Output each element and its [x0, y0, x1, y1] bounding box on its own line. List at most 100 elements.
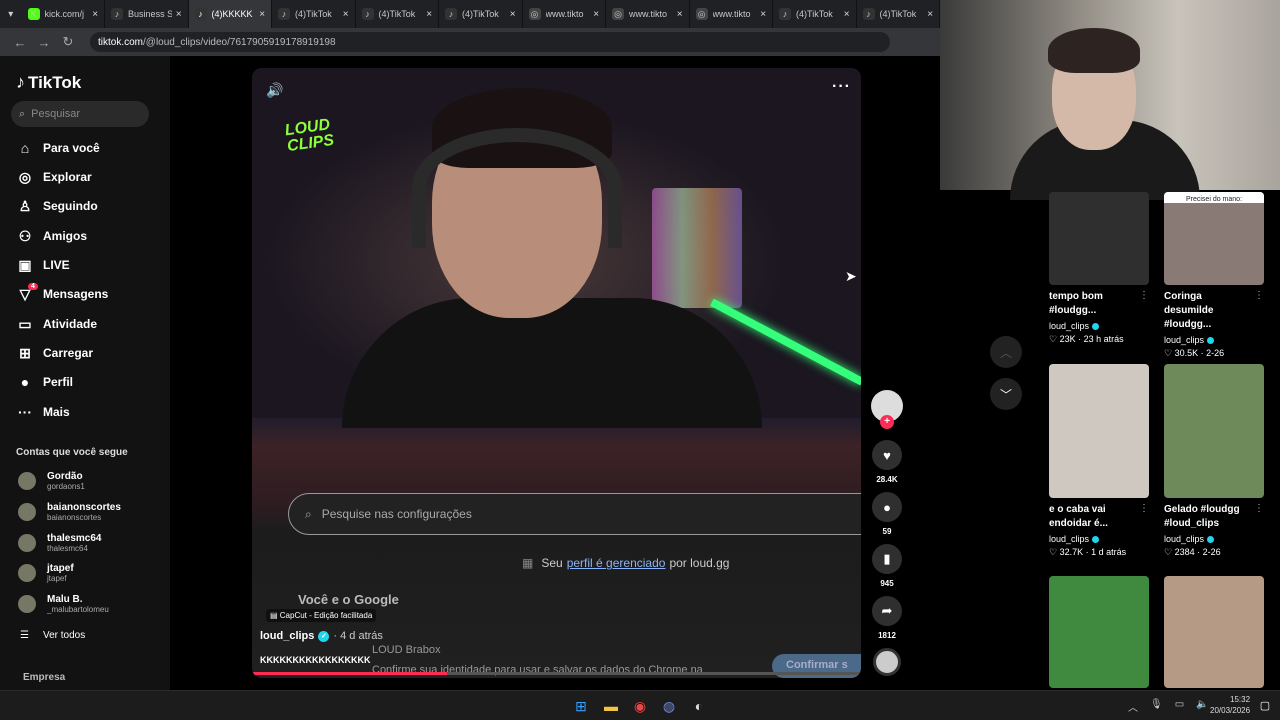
save-button[interactable]: ▮ 945 [872, 544, 902, 588]
browser-tab[interactable]: ♪ (4)TikTok × [356, 0, 440, 28]
company-link[interactable]: Empresa [23, 672, 65, 683]
video-card[interactable] [1049, 576, 1149, 688]
more-icon[interactable]: ⋮ [1254, 503, 1264, 514]
more-icon[interactable]: ⋮ [1254, 290, 1264, 301]
close-icon[interactable]: × [677, 9, 683, 20]
video-card[interactable] [1164, 576, 1264, 688]
close-icon[interactable]: × [510, 9, 516, 20]
reload-icon[interactable]: ↻ [56, 34, 80, 50]
video-player[interactable]: LOUD CLIPS 🔊 ··· ⌕ Pesquise nas configuraç… [252, 68, 861, 678]
sidebar-item-amigos[interactable]: ⚇ Amigos [16, 226, 87, 246]
browser-tab[interactable]: ◎ www.tikto × [523, 0, 607, 28]
sidebar-item-mensagens[interactable]: ▽ 4 Mensagens [16, 282, 108, 304]
author-name[interactable]: loud_clips [260, 630, 314, 642]
browser-tab[interactable]: ♪ (4)TikTok × [857, 0, 941, 28]
capcut-label[interactable]: ▤ CapCut - Edição facilitada [266, 609, 377, 622]
speaker-icon[interactable]: 🔈 [1196, 699, 1208, 714]
following-account[interactable]: thalesmc64 thalesmc64 [18, 531, 101, 555]
close-icon[interactable]: × [259, 9, 265, 20]
file-explorer-icon[interactable]: ▬ [602, 697, 620, 715]
sidebar-item-perfil[interactable]: ● Perfil [16, 372, 73, 392]
sidebar-item-carregar[interactable]: ⊞ Carregar [16, 343, 93, 363]
chrome-icon[interactable]: ◉ [631, 697, 649, 715]
close-icon[interactable]: × [927, 9, 933, 20]
card-title[interactable]: Gelado #loudgg #loud_clips [1164, 503, 1250, 531]
video-thumbnail[interactable] [1049, 192, 1149, 285]
close-icon[interactable]: × [760, 9, 766, 20]
forward-icon[interactable]: → [32, 35, 56, 50]
music-disc[interactable] [873, 648, 901, 676]
video-author[interactable]: loud_clips ✓ · 4 d atrás [260, 630, 383, 642]
browser-tab[interactable]: ◎ www.tikto × [606, 0, 690, 28]
more-icon[interactable]: ⋮ [1139, 503, 1149, 514]
sidebar-item-seguindo[interactable]: ♙ Seguindo [16, 196, 98, 216]
share-button[interactable]: ➦ 1812 [872, 596, 902, 640]
video-thumbnail[interactable] [1164, 576, 1264, 688]
card-title[interactable]: tempo bom #loudgg... [1049, 290, 1135, 318]
close-icon[interactable]: × [844, 9, 850, 20]
url-field[interactable]: tiktok.com/@loud_clips/video/76179059191… [90, 32, 890, 52]
browser-tab[interactable]: Kkick.com/j × [22, 0, 106, 28]
tiktok-logo[interactable]: ♪ TikTok [16, 72, 81, 93]
back-icon[interactable]: ← [8, 35, 32, 50]
previous-video-button[interactable]: ︿ [990, 336, 1022, 368]
following-account[interactable]: baianonscortes baianonscortes [18, 500, 121, 524]
network-icon[interactable]: ▭ [1175, 699, 1184, 714]
windows-start-icon[interactable]: ⊞ [572, 697, 590, 715]
card-title[interactable]: e o caba vai endoidar é... [1049, 503, 1135, 531]
clock[interactable]: 15:32 20/03/2026 [1210, 694, 1250, 716]
browser-tab[interactable]: ♪ (4)TikTok × [439, 0, 523, 28]
like-button[interactable]: ♥ 28.4K [872, 440, 902, 484]
sidebar-item-explorar[interactable]: ◎ Explorar [16, 167, 92, 187]
video-thumbnail[interactable] [1164, 364, 1264, 498]
card-user[interactable]: loud_clips [1164, 534, 1264, 544]
search-input[interactable]: ⌕ Pesquisar [11, 101, 149, 127]
chevron-up-icon[interactable]: ︿ [1128, 699, 1138, 714]
close-icon[interactable]: × [92, 9, 98, 20]
tiktok-note-icon: ♪ [16, 72, 25, 92]
video-thumbnail[interactable] [1049, 364, 1149, 498]
mic-icon[interactable]: 🎙 [1150, 699, 1163, 714]
sidebar-item-atividade[interactable]: ▭ Atividade [16, 314, 97, 334]
see-all-button[interactable]: ☰ Ver todos [20, 630, 85, 641]
discord-icon[interactable]: ◍ [660, 697, 678, 715]
sidebar-item-live[interactable]: ▣ LIVE [16, 255, 69, 275]
notification-icon[interactable]: ▢ [1256, 697, 1274, 715]
volume-icon[interactable]: 🔊 [266, 82, 283, 99]
verified-icon: ✓ [318, 630, 330, 642]
following-account[interactable]: Gordão gordaons1 [18, 469, 85, 493]
close-icon[interactable]: × [176, 9, 182, 20]
tab-search-icon[interactable]: ▾ [0, 9, 22, 20]
comment-button[interactable]: ● 59 [872, 492, 902, 536]
card-user[interactable]: loud_clips [1049, 321, 1149, 331]
video-card[interactable]: tempo bom #loudgg... ⋮ loud_clips ♡ 23K · 2… [1049, 192, 1149, 345]
app-icon[interactable]: ◐ [690, 697, 708, 715]
card-user[interactable]: loud_clips [1049, 534, 1149, 544]
card-user[interactable]: loud_clips [1164, 335, 1264, 345]
close-icon[interactable]: × [343, 9, 349, 20]
browser-tab[interactable]: ♪ (4)TikTok × [272, 0, 356, 28]
follow-plus-icon[interactable]: + [880, 415, 894, 429]
account-handle: baianonscortes [47, 513, 102, 522]
search-icon: ⌕ [305, 506, 312, 521]
following-account[interactable]: jtapef jtapef [18, 561, 74, 585]
browser-tab[interactable]: ◎ www.tikto × [690, 0, 774, 28]
browser-tab[interactable]: ♪ (4)KKKKK × [188, 0, 273, 28]
sidebar-item-para-você[interactable]: ⌂ Para você [16, 138, 100, 158]
browser-tab[interactable]: ♪ (4)TikTok × [773, 0, 857, 28]
next-video-button[interactable]: ﹀ [990, 378, 1022, 410]
video-card[interactable]: e o caba vai endoidar é... ⋮ loud_clips ♡ 3… [1049, 364, 1149, 558]
more-icon[interactable]: ··· [832, 78, 851, 96]
tab-title: www.tikto [712, 9, 751, 19]
video-card[interactable]: Precisei do mano: Coringa desumilde #loud… [1164, 192, 1264, 359]
video-card[interactable]: Gelado #loudgg #loud_clips ⋮ loud_clips ♡ 2… [1164, 364, 1264, 558]
sidebar-item-mais[interactable]: ··· Mais [16, 402, 70, 422]
video-thumbnail[interactable] [1049, 576, 1149, 688]
following-account[interactable]: Malu B. _malubartolomeu [18, 592, 109, 616]
video-thumbnail[interactable]: Precisei do mano: [1164, 192, 1264, 285]
close-icon[interactable]: × [593, 9, 599, 20]
browser-tab[interactable]: ♪ Business S × [105, 0, 189, 28]
more-icon[interactable]: ⋮ [1139, 290, 1149, 301]
card-title[interactable]: Coringa desumilde #loudgg... [1164, 290, 1250, 332]
close-icon[interactable]: × [426, 9, 432, 20]
